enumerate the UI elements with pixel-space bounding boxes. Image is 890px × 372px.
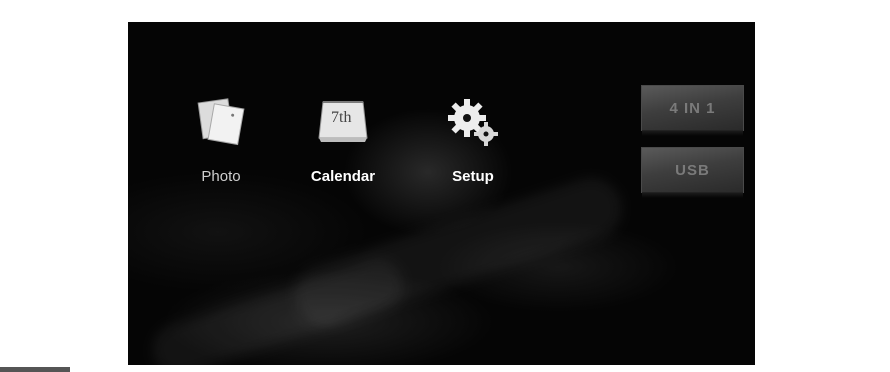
menu-label-photo: Photo xyxy=(201,168,241,185)
menu-item-photo[interactable]: Photo xyxy=(166,94,276,185)
calendar-icon: 7th xyxy=(318,101,368,142)
device-screen: Photo 7th Calendar Setup 4 IN 1 USB xyxy=(128,22,755,365)
menu-label-calendar: Calendar xyxy=(310,168,376,185)
frame-edge xyxy=(0,367,70,372)
gear-icon xyxy=(448,99,498,146)
source-4in1-button[interactable]: 4 IN 1 xyxy=(641,85,744,136)
menu-item-setup[interactable]: Setup xyxy=(418,94,528,185)
photo-icon xyxy=(197,98,245,146)
source-usb-button[interactable]: USB xyxy=(641,147,744,198)
background-glare xyxy=(146,253,410,365)
menu-item-calendar[interactable]: 7th Calendar xyxy=(288,94,398,185)
page: Photo 7th Calendar Setup 4 IN 1 USB xyxy=(0,0,890,372)
menu-label-setup: Setup xyxy=(452,168,494,185)
calendar-icon-text: 7th xyxy=(331,109,351,126)
